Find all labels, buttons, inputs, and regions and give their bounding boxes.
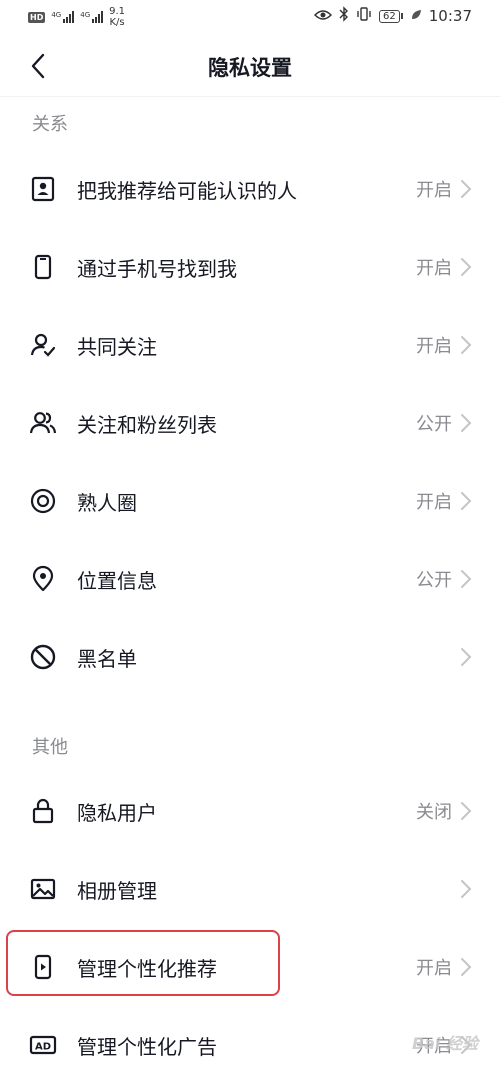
setting-row-mutual-follow[interactable]: 共同关注 开启 [0,306,500,384]
row-value: 开启 [416,336,452,357]
row-value: 开启 [416,492,452,513]
phone-play-icon [28,952,58,982]
setting-row-acquaintance-circle[interactable]: 熟人圈 开启 [0,462,500,540]
setting-row-personalized-recommend[interactable]: 管理个性化推荐 开启 [0,928,500,1006]
setting-row-blacklist[interactable]: 黑名单 [0,618,500,696]
nav-header: 隐私设置 [0,36,500,97]
chevron-right-icon [460,413,474,433]
users-icon [28,408,58,438]
row-value: 公开 [416,414,452,435]
setting-row-album[interactable]: 相册管理 [0,850,500,928]
row-value: 开启 [416,180,452,201]
bluetooth-icon [339,6,349,26]
setting-row-follow-list[interactable]: 关注和粉丝列表 公开 [0,384,500,462]
contact-card-icon [28,174,58,204]
clock-time: 10:37 [428,7,472,25]
status-left: HD 4G 4G 9.1 K/s [28,6,125,28]
setting-row-private-user[interactable]: 隐私用户 关闭 [0,772,500,850]
row-label: 关注和粉丝列表 [77,412,217,437]
row-label: 管理个性化广告 [77,1034,217,1059]
chevron-right-icon [460,879,474,899]
setting-row-recommend-me[interactable]: 把我推荐给可能认识的人 开启 [0,150,500,228]
row-label: 熟人圈 [77,490,137,515]
chevron-right-icon [460,647,474,667]
svg-text:AD: AD [35,1042,51,1053]
row-label: 隐私用户 [77,800,157,825]
row-value: 开启 [416,958,452,979]
phone-icon [28,252,58,282]
section-title-other: 其他 [32,737,68,758]
row-label: 位置信息 [77,568,157,593]
chevron-right-icon [460,257,474,277]
leaf-icon [410,7,422,25]
row-label: 管理个性化推荐 [77,956,217,981]
ad-icon: AD [28,1030,58,1060]
location-pin-icon [28,564,58,594]
status-right: 62 10:37 [313,6,472,26]
page-title: 隐私设置 [208,56,292,80]
row-label: 把我推荐给可能认识的人 [77,178,297,203]
signal-icon-1: 4G [51,11,75,23]
status-bar: HD 4G 4G 9.1 K/s 62 10:37 [0,0,500,36]
vibrate-icon [356,7,372,25]
battery-icon: 62 [379,9,403,23]
setting-row-location[interactable]: 位置信息 公开 [0,540,500,618]
chevron-right-icon [460,801,474,821]
row-label: 黑名单 [77,646,137,671]
network-speed: 9.1 K/s [109,6,126,28]
row-value: 开启 [416,258,452,279]
circle-target-icon [28,486,58,516]
chevron-right-icon [460,569,474,589]
chevron-right-icon [460,957,474,977]
chevron-right-icon [460,179,474,199]
row-value: 关闭 [416,802,452,823]
signal-icon-2: 4G [80,11,104,23]
eye-icon [313,7,333,25]
block-icon [28,642,58,672]
row-label: 相册管理 [77,878,157,903]
chevron-right-icon [460,491,474,511]
row-label: 通过手机号找到我 [77,256,237,281]
row-value: 公开 [416,570,452,591]
lock-icon [28,796,58,826]
image-icon [28,874,58,904]
watermark: Bai 经验 [411,1034,478,1053]
section-title-relations: 关系 [32,114,68,135]
setting-row-find-by-phone[interactable]: 通过手机号找到我 开启 [0,228,500,306]
user-check-icon [28,330,58,360]
row-label: 共同关注 [77,334,157,359]
chevron-right-icon [460,335,474,355]
hd-badge: HD [28,11,46,23]
